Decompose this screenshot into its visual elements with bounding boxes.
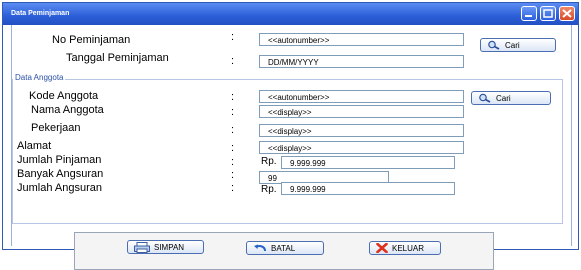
no-peminjaman-label: No Peminjaman: [52, 34, 131, 46]
keluar-button[interactable]: KELUAR: [369, 241, 441, 255]
pekerjaan-field[interactable]: <<display>>: [259, 124, 464, 137]
cari-label: Cari: [496, 93, 511, 103]
colon: :: [231, 91, 235, 103]
colon: :: [231, 55, 235, 67]
colon: :: [231, 106, 235, 118]
jumlah-angsuran-label: Jumlah Angsuran: [17, 182, 102, 194]
data-peminjaman-window: Data Peminjaman No Peminjaman : <<autonu…: [2, 2, 579, 270]
jumlah-angsuran-field[interactable]: 9.999.999: [281, 182, 455, 195]
nama-anggota-label: Nama Anggota: [31, 104, 104, 116]
minimize-icon: [525, 15, 532, 17]
nama-anggota-field[interactable]: <<display>>: [259, 105, 464, 118]
jumlah-pinjaman-field[interactable]: 9.999.999: [281, 156, 455, 169]
red-x-icon: [376, 243, 388, 253]
jumlah-pinjaman-currency: Rp.: [261, 156, 277, 167]
cari-label: Cari: [505, 40, 520, 50]
form-body: No Peminjaman : <<autonumber>> Cari Tang…: [11, 25, 572, 270]
colon: :: [231, 169, 235, 181]
colon: :: [231, 142, 235, 154]
data-anggota-legend: Data Anggota: [13, 73, 66, 82]
tanggal-peminjaman-field[interactable]: DD/MM/YYYY: [259, 55, 464, 68]
cari-peminjaman-button[interactable]: Cari: [480, 38, 556, 52]
maximize-button[interactable]: [540, 6, 556, 21]
close-button[interactable]: [559, 6, 575, 21]
colon: :: [231, 31, 235, 43]
jumlah-pinjaman-label: Jumlah Pinjaman: [17, 154, 102, 166]
close-icon: [562, 9, 572, 18]
minimize-button[interactable]: [521, 6, 537, 21]
cari-anggota-button[interactable]: Cari: [471, 91, 551, 105]
alamat-label: Alamat: [17, 140, 52, 152]
action-bar: SIMPAN BATAL KELUAR: [74, 232, 494, 270]
colon: :: [231, 124, 235, 136]
pekerjaan-label: Pekerjaan: [31, 122, 81, 134]
kode-anggota-label: Kode Anggota: [29, 90, 99, 102]
alamat-field[interactable]: <<display>>: [259, 141, 464, 154]
window-title: Data Peminjaman: [11, 10, 70, 17]
no-peminjaman-field[interactable]: <<autonumber>>: [259, 33, 464, 46]
magnifier-icon: [479, 93, 491, 103]
batal-label: BATAL: [271, 243, 296, 253]
maximize-icon: [543, 9, 553, 18]
jumlah-angsuran-currency: Rp.: [261, 184, 277, 195]
simpan-label: SIMPAN: [154, 242, 185, 252]
banyak-angsuran-label: Banyak Angsuran: [17, 168, 104, 180]
kode-anggota-field[interactable]: <<autonumber>>: [259, 90, 464, 103]
undo-arrow-icon: [254, 244, 266, 252]
colon: :: [231, 156, 235, 168]
title-bar[interactable]: Data Peminjaman: [3, 3, 578, 25]
colon: :: [231, 182, 235, 194]
simpan-button[interactable]: SIMPAN: [127, 240, 204, 254]
batal-button[interactable]: BATAL: [246, 241, 324, 255]
keluar-label: KELUAR: [392, 243, 425, 253]
magnifier-icon: [488, 40, 500, 50]
tanggal-peminjaman-label: Tanggal Peminjaman: [66, 52, 169, 64]
